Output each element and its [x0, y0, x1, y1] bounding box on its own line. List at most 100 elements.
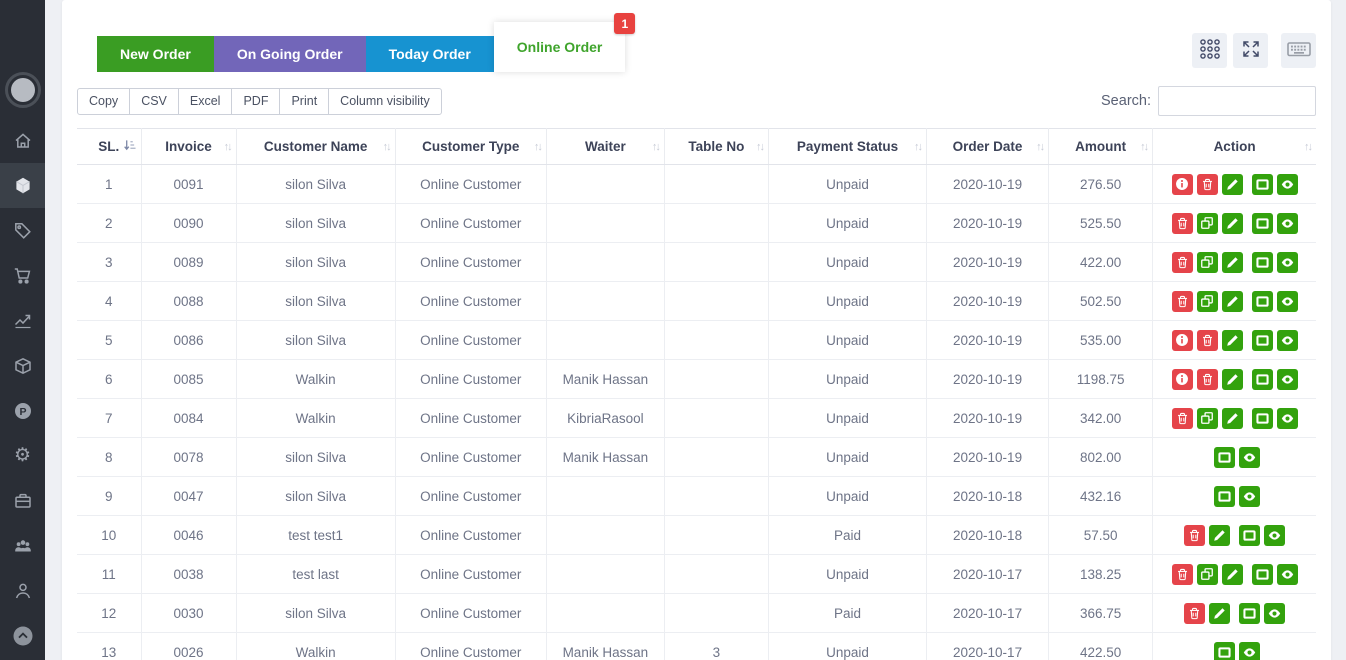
window-button[interactable] [1214, 486, 1235, 507]
view-button[interactable] [1277, 213, 1298, 234]
sidebar-item-cart[interactable] [0, 253, 45, 298]
tab-today-order[interactable]: Today Order [366, 36, 494, 72]
tab-on-going-order[interactable]: On Going Order [214, 36, 366, 72]
view-button[interactable] [1277, 330, 1298, 351]
window-button[interactable] [1252, 330, 1273, 351]
sidebar-item-gear[interactable]: ⚙ [0, 433, 45, 478]
clone-button[interactable] [1197, 213, 1218, 234]
column-header-invoice[interactable]: Invoice↑↓ [141, 129, 236, 165]
view-button[interactable] [1264, 525, 1285, 546]
delete-button[interactable] [1184, 603, 1205, 624]
table-row: 70084WalkinOnline CustomerKibriaRasoolUn… [77, 399, 1316, 438]
cell-order-date: 2020-10-19 [927, 282, 1049, 321]
delete-button[interactable] [1172, 291, 1193, 312]
delete-button[interactable] [1172, 408, 1193, 429]
column-header-tableno[interactable]: Table No↑↓ [664, 129, 768, 165]
avatar[interactable] [5, 72, 41, 108]
delete-button[interactable] [1172, 564, 1193, 585]
edit-button[interactable] [1222, 369, 1243, 390]
view-button[interactable] [1277, 291, 1298, 312]
clone-button[interactable] [1197, 252, 1218, 273]
person-icon [13, 581, 33, 601]
edit-button[interactable] [1222, 174, 1243, 195]
delete-button[interactable] [1172, 213, 1193, 234]
sidebar-item-parking[interactable]: P [0, 388, 45, 433]
view-button[interactable] [1277, 174, 1298, 195]
keyboard-button[interactable] [1281, 33, 1316, 68]
sidebar-item-orders-cube[interactable] [0, 163, 45, 208]
column-header-customername[interactable]: Customer Name↑↓ [236, 129, 395, 165]
export-pdf-button[interactable]: PDF [231, 88, 280, 115]
window-button[interactable] [1214, 642, 1235, 660]
clone-button[interactable] [1197, 564, 1218, 585]
info-button[interactable] [1172, 174, 1193, 195]
window-button[interactable] [1252, 291, 1273, 312]
edit-button[interactable] [1209, 603, 1230, 624]
column-header-action[interactable]: Action↑↓ [1153, 129, 1316, 165]
delete-button[interactable] [1184, 525, 1205, 546]
window-button[interactable] [1252, 369, 1273, 390]
column-header-orderdate[interactable]: Order Date↑↓ [927, 129, 1049, 165]
column-header-customertype[interactable]: Customer Type↑↓ [395, 129, 546, 165]
edit-button[interactable] [1222, 213, 1243, 234]
sidebar-item-home[interactable] [0, 118, 45, 163]
cell-payment-status: Unpaid [768, 243, 926, 282]
delete-button[interactable] [1197, 369, 1218, 390]
window-button[interactable] [1252, 564, 1273, 585]
view-button[interactable] [1277, 564, 1298, 585]
briefcase-icon [13, 491, 33, 511]
sidebar-item-users[interactable] [0, 523, 45, 568]
window-button[interactable] [1252, 408, 1273, 429]
delete-button[interactable] [1197, 174, 1218, 195]
window-button[interactable] [1214, 447, 1235, 468]
export-excel-button[interactable]: Excel [178, 88, 233, 115]
clone-button[interactable] [1197, 291, 1218, 312]
view-button[interactable] [1277, 252, 1298, 273]
sidebar-item-person[interactable] [0, 568, 45, 613]
edit-button[interactable] [1222, 564, 1243, 585]
grid-button[interactable] [1192, 33, 1227, 68]
edit-button[interactable] [1222, 330, 1243, 351]
column-header-waiter[interactable]: Waiter↑↓ [546, 129, 664, 165]
keyboard-icon [1286, 36, 1312, 65]
column-header-paymentstatus[interactable]: Payment Status↑↓ [768, 129, 926, 165]
window-button[interactable] [1252, 174, 1273, 195]
column-header-amount[interactable]: Amount↑↓ [1049, 129, 1153, 165]
info-button[interactable] [1172, 369, 1193, 390]
sidebar-item-tag[interactable] [0, 208, 45, 253]
edit-button[interactable] [1222, 408, 1243, 429]
clone-button[interactable] [1197, 408, 1218, 429]
tab-new-order[interactable]: New Order [97, 36, 214, 72]
window-button[interactable] [1252, 252, 1273, 273]
export-csv-button[interactable]: CSV [129, 88, 179, 115]
info-button[interactable] [1172, 330, 1193, 351]
view-button[interactable] [1239, 447, 1260, 468]
tab-online-order[interactable]: Online Order1 [494, 22, 626, 72]
sidebar-item-briefcase[interactable] [0, 478, 45, 523]
view-button[interactable] [1239, 642, 1260, 660]
export-print-button[interactable]: Print [279, 88, 329, 115]
search-input[interactable] [1158, 86, 1316, 116]
view-button[interactable] [1239, 486, 1260, 507]
delete-button[interactable] [1197, 330, 1218, 351]
column-header-sl[interactable]: SL. [77, 129, 141, 165]
export-column-visibility-button[interactable]: Column visibility [328, 88, 442, 115]
window-icon [1217, 645, 1232, 660]
edit-button[interactable] [1222, 291, 1243, 312]
delete-button[interactable] [1172, 252, 1193, 273]
sidebar-item-package[interactable] [0, 343, 45, 388]
edit-button[interactable] [1209, 525, 1230, 546]
sidebar-item-scroll-top[interactable] [0, 613, 45, 658]
window-button[interactable] [1239, 525, 1260, 546]
sidebar-item-chart[interactable] [0, 298, 45, 343]
fullscreen-button[interactable] [1233, 33, 1268, 68]
edit-button[interactable] [1222, 252, 1243, 273]
window-button[interactable] [1252, 213, 1273, 234]
cell-waiter [546, 477, 664, 516]
export-copy-button[interactable]: Copy [77, 88, 130, 115]
view-button[interactable] [1277, 408, 1298, 429]
trash-icon [1176, 295, 1189, 308]
view-button[interactable] [1277, 369, 1298, 390]
window-button[interactable] [1239, 603, 1260, 624]
view-button[interactable] [1264, 603, 1285, 624]
